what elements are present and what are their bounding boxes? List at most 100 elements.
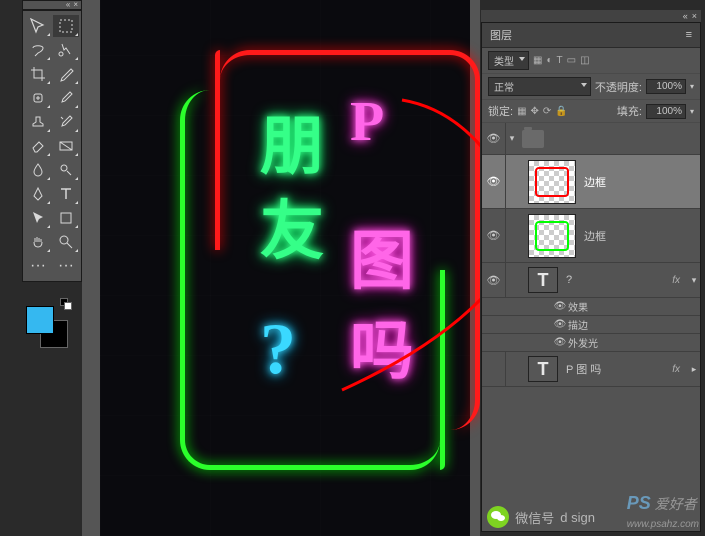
filter-type-icon[interactable]: T — [557, 55, 563, 66]
visibility-icon[interactable]: 👁 — [552, 334, 568, 351]
layer-name[interactable]: 边框 — [580, 228, 700, 244]
blur-tool[interactable] — [25, 159, 51, 181]
zoom-tool[interactable] — [53, 231, 79, 253]
opacity-label: 不透明度: — [595, 79, 642, 95]
filter-adjust-icon[interactable]: ◐ — [546, 55, 552, 66]
dodge-tool[interactable] — [53, 159, 79, 181]
foreground-color[interactable] — [26, 306, 54, 334]
gradient-tool[interactable] — [53, 135, 79, 157]
neon-char-2: P — [350, 90, 384, 154]
filter-kind-dropdown[interactable]: 类型 — [488, 51, 529, 70]
type-layer-icon: T — [528, 356, 558, 382]
swap-colors-icon[interactable] — [60, 298, 74, 312]
neon-char-1: 朋 — [260, 95, 324, 187]
close-icon[interactable]: × — [73, 1, 78, 9]
panel-titlebar[interactable]: « × — [481, 10, 701, 22]
neon-char-6: 吗 — [350, 300, 414, 392]
layers-panel: 图层 ≡ 类型 ▦ ◐ T ▭ ◫ 正常 不透明度: 100% ▾ 锁定: ▦ … — [481, 22, 701, 532]
effect-name: 描边 — [568, 317, 588, 332]
filter-shape-icon[interactable]: ▭ — [567, 55, 576, 66]
visibility-icon[interactable]: 👁 — [482, 263, 506, 297]
move-tool[interactable] — [25, 15, 51, 37]
effects-label: 效果 — [568, 299, 588, 314]
visibility-icon[interactable]: 👁 — [482, 209, 506, 262]
watermark: PS 爱好者 www.psahz.com — [627, 493, 699, 530]
panel-menu-icon[interactable]: ≡ — [686, 29, 692, 41]
filter-row: 类型 ▦ ◐ T ▭ ◫ — [482, 48, 700, 74]
wechat-badge: 微信号 d sign — [487, 506, 595, 528]
marquee-tool[interactable] — [53, 15, 79, 37]
lock-row: 锁定: ▦ ✥ ⟳ 🔒 填充: 100% ▾ — [482, 100, 700, 123]
edit-toolbar[interactable]: ··· — [53, 255, 79, 277]
lock-label: 锁定: — [488, 103, 513, 119]
layer-frame-green[interactable]: 👁 边框 — [482, 209, 700, 263]
blend-row: 正常 不透明度: 100% ▾ — [482, 74, 700, 100]
layer-effect-stroke[interactable]: 👁 描边 — [482, 316, 700, 334]
layer-name[interactable]: 边框 — [580, 174, 700, 190]
fill-input[interactable]: 100% — [646, 104, 686, 119]
healing-tool[interactable] — [25, 87, 51, 109]
filter-pixel-icon[interactable]: ▦ — [533, 55, 542, 66]
filter-smart-icon[interactable]: ◫ — [580, 55, 589, 66]
fx-badge[interactable]: fx — [672, 364, 688, 375]
lock-pixels-icon[interactable]: ▦ — [517, 106, 526, 117]
layer-text-ptu[interactable]: T P 图 吗 fx ▸ — [482, 352, 700, 387]
lock-all-icon[interactable]: 🔒 — [555, 106, 567, 117]
lock-artboard-icon[interactable]: ⟳ — [543, 106, 551, 117]
neon-char-5: ? — [260, 308, 296, 391]
layer-name[interactable]: ? — [562, 274, 672, 286]
visibility-icon[interactable]: 👁 — [482, 123, 506, 154]
collapse-icon[interactable]: « — [683, 11, 688, 21]
layer-text-q[interactable]: 👁 T ? fx ▾ — [482, 263, 700, 298]
eyedropper-tool[interactable] — [53, 63, 79, 85]
chevron-right-icon[interactable]: ▸ — [688, 364, 700, 375]
eraser-tool[interactable] — [25, 135, 51, 157]
fill-label: 填充: — [617, 103, 642, 119]
type-layer-icon: T — [528, 267, 558, 293]
shape-tool[interactable] — [53, 207, 79, 229]
chevron-down-icon[interactable]: ▾ — [506, 133, 518, 144]
chevron-down-icon[interactable]: ▾ — [690, 82, 694, 91]
visibility-icon[interactable]: 👁 — [552, 298, 568, 315]
folder-icon — [522, 130, 544, 148]
visibility-icon[interactable]: 👁 — [482, 155, 506, 208]
brush-tool[interactable] — [53, 87, 79, 109]
layer-frame-red[interactable]: 👁 边框 — [482, 155, 700, 209]
tools-panel: ··· ··· — [22, 10, 82, 282]
layer-name[interactable]: P 图 吗 — [562, 361, 672, 377]
toolbox-titlebar[interactable]: « × — [22, 0, 82, 10]
stamp-tool[interactable] — [25, 111, 51, 133]
pen-tool[interactable] — [25, 183, 51, 205]
layer-thumbnail[interactable] — [528, 214, 576, 258]
chevron-down-icon[interactable]: ▾ — [690, 107, 694, 116]
layer-effects-header[interactable]: 👁 效果 — [482, 298, 700, 316]
crop-tool[interactable] — [25, 63, 51, 85]
collapse-icon[interactable]: « — [66, 1, 70, 9]
chevron-down-icon[interactable]: ▾ — [688, 275, 700, 286]
lasso-tool[interactable] — [25, 39, 51, 61]
history-brush-tool[interactable] — [53, 111, 79, 133]
neon-char-4: 图 — [350, 210, 414, 302]
wechat-icon — [487, 506, 509, 528]
path-select-tool[interactable] — [25, 207, 51, 229]
hand-tool[interactable] — [25, 231, 51, 253]
type-tool[interactable] — [53, 183, 79, 205]
panel-title-text: 图层 — [490, 27, 512, 43]
extra-tool[interactable]: ··· — [25, 255, 51, 277]
neon-char-3: 友 — [260, 180, 324, 272]
close-icon[interactable]: × — [692, 11, 697, 21]
layer-group[interactable]: 👁 ▾ — [482, 123, 700, 155]
layer-thumbnail[interactable] — [528, 160, 576, 204]
lock-position-icon[interactable]: ✥ — [531, 106, 539, 117]
canvas-area: 朋 P 友 图 ? 吗 — [82, 0, 480, 536]
layer-effect-outerglow[interactable]: 👁 外发光 — [482, 334, 700, 352]
quick-select-tool[interactable] — [53, 39, 79, 61]
artboard[interactable]: 朋 P 友 图 ? 吗 — [100, 0, 470, 536]
opacity-input[interactable]: 100% — [646, 79, 686, 94]
color-swatches[interactable] — [24, 298, 80, 354]
visibility-icon[interactable] — [482, 352, 506, 386]
panel-header: 图层 ≡ — [482, 23, 700, 48]
fx-badge[interactable]: fx — [672, 275, 688, 286]
visibility-icon[interactable]: 👁 — [552, 316, 568, 333]
blend-mode-dropdown[interactable]: 正常 — [488, 77, 591, 96]
